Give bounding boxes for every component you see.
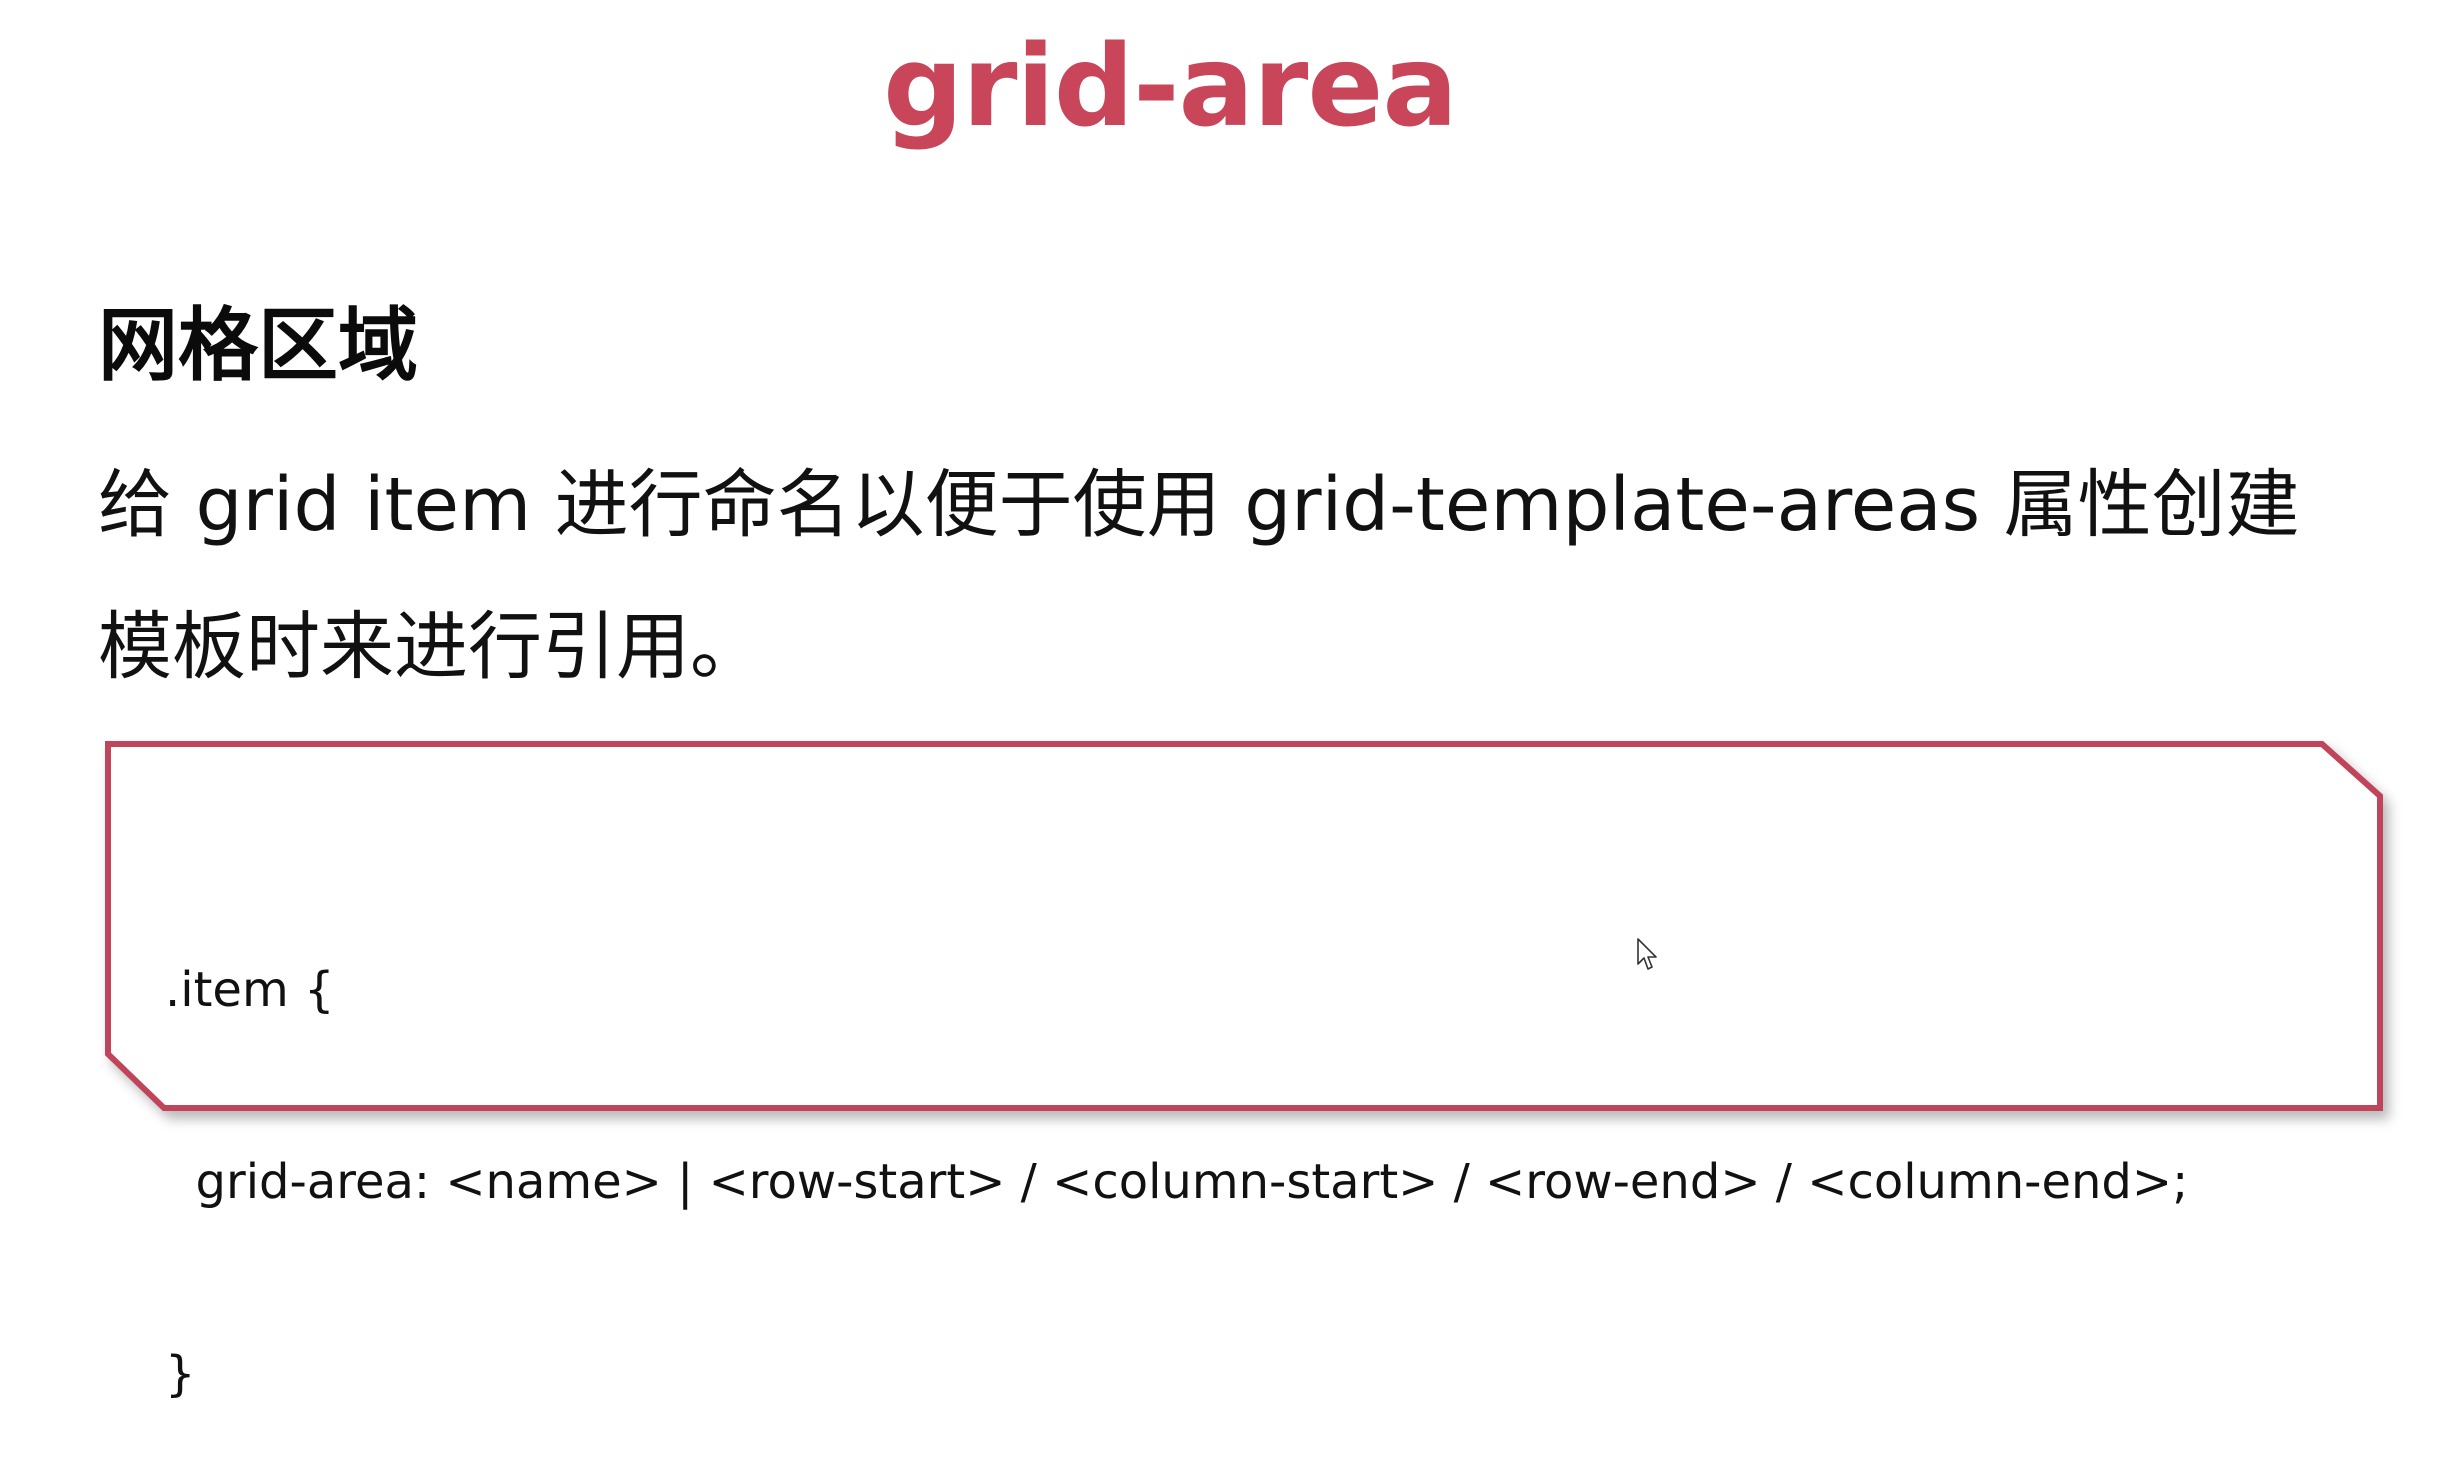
code-block: .item { grid-area: <name> | <row-start> …: [165, 830, 2188, 1470]
code-line-1: .item {: [165, 962, 335, 1018]
description-line-2: 模板时来进行引用。: [98, 604, 764, 690]
description: 给 grid item 进行命名以便于使用 grid-template-area…: [98, 434, 2348, 718]
mouse-pointer-icon: [1637, 938, 1659, 976]
code-line-3: }: [165, 1346, 196, 1402]
code-line-2: grid-area: <name> | <row-start> / <colum…: [165, 1154, 2189, 1210]
page-title: grid-area: [883, 22, 1458, 152]
description-line-1: 给 grid item 进行命名以便于使用 grid-template-area…: [98, 462, 2300, 548]
section-heading: 网格区域: [98, 299, 418, 392]
